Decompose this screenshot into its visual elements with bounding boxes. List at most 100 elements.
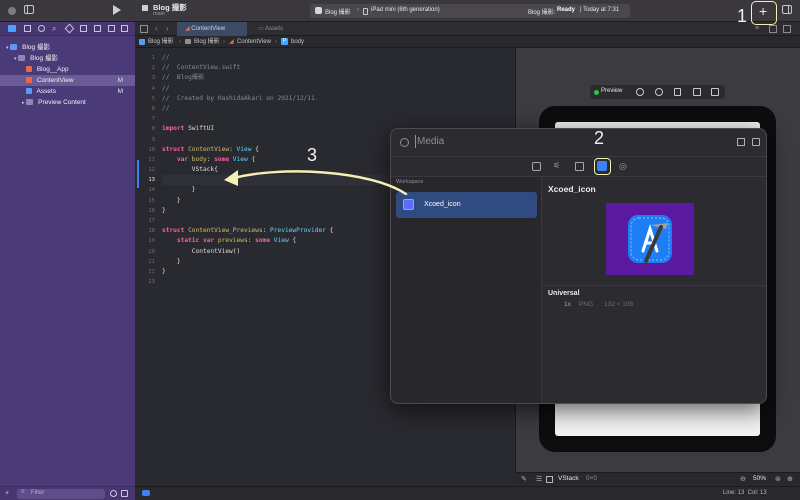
zoom-level[interactable]: 50% xyxy=(753,475,766,482)
run-button[interactable] xyxy=(113,5,121,15)
color-scheme-icon[interactable] xyxy=(655,88,663,96)
debug-area-toggle-icon[interactable] xyxy=(142,490,150,496)
disclosure-icon[interactable]: ▸ xyxy=(22,100,25,106)
live-preview-icon[interactable] xyxy=(636,88,644,96)
detail-title: Xcoed_icon xyxy=(548,184,596,194)
punctuation: { xyxy=(325,227,334,235)
drag-arrow xyxy=(224,170,408,195)
text-cursor xyxy=(415,135,416,148)
source-control-icon[interactable] xyxy=(24,25,31,32)
status-time: | Today at 7:31 xyxy=(580,7,620,13)
back-icon[interactable]: ‹ xyxy=(155,24,158,33)
breadcrumb-item[interactable]: Blog 撮影 xyxy=(148,36,174,48)
close-window-button[interactable] xyxy=(8,7,16,15)
split-editor-icon[interactable] xyxy=(769,25,777,33)
tab-assets[interactable]: ▭ Assets xyxy=(250,22,305,36)
cursor-position: Line: 13 Col: 13 xyxy=(723,490,767,496)
status-bar: Line: 13 Col: 13 xyxy=(135,486,800,500)
tree-item-contentview[interactable]: ContentView M xyxy=(0,75,135,86)
inspector-toggle-icon[interactable] xyxy=(782,5,792,14)
tree-item-group[interactable]: ▾ Blog 撮影 xyxy=(0,53,135,64)
code-line: // Created by HashidaAkari on 2021/12/11… xyxy=(162,94,319,102)
media-library-icon[interactable] xyxy=(597,161,607,171)
keyword: static xyxy=(162,237,200,245)
zoom-in-icon[interactable]: ⊕ xyxy=(787,475,793,483)
line-number: 17 xyxy=(148,218,155,224)
library-item-xcoed-icon[interactable]: Xcoed_icon xyxy=(396,192,537,218)
code-line: // xyxy=(162,104,170,112)
project-icon xyxy=(10,44,18,51)
adjust-editor-icon[interactable] xyxy=(783,25,791,33)
filter-input[interactable]: ≡ Filter xyxy=(17,489,105,499)
views-library-icon[interactable] xyxy=(532,162,541,171)
disclosure-icon[interactable]: ▾ xyxy=(6,45,9,51)
scale-label: 1x xyxy=(564,301,571,308)
keyword: struct xyxy=(162,227,185,235)
tree-item-assets[interactable]: Assets M xyxy=(0,86,135,97)
line-number: 18 xyxy=(148,228,155,235)
code-line: // xyxy=(162,54,170,61)
recent-files-icon[interactable] xyxy=(110,490,117,497)
add-icon[interactable]: + xyxy=(5,490,9,497)
library-search-input[interactable]: Media xyxy=(417,136,444,147)
identifier: body xyxy=(188,155,207,163)
asset-catalog-icon: ▭ xyxy=(258,26,266,32)
pin-icon[interactable]: ✎ xyxy=(521,475,527,483)
code-line: // xyxy=(162,84,170,92)
activity-view: Blog 撮影 › iPad mini (6th generation) Blo… xyxy=(310,4,630,18)
filter-icon: ≡ xyxy=(21,489,25,495)
test-navigator-icon[interactable] xyxy=(80,25,87,32)
variants-icon[interactable] xyxy=(693,88,701,96)
editor-tab-bar: ‹ › ◢ ContentView ▭ Assets ≡ xyxy=(135,22,800,36)
breakpoint-navigator-icon[interactable] xyxy=(108,25,115,32)
modifiers-library-icon[interactable]: ⚟ xyxy=(553,161,560,170)
device-settings-icon[interactable] xyxy=(674,88,681,96)
breadcrumb-item[interactable]: ContentView xyxy=(237,36,271,48)
debug-navigator-icon[interactable] xyxy=(94,25,101,32)
report-navigator-icon[interactable] xyxy=(121,25,128,32)
duplicate-preview-icon[interactable] xyxy=(711,88,719,96)
media-library-popover: Media ⚟ ◎ Workspace Xcoed_icon Xcoed_ico… xyxy=(390,128,767,404)
zoom-reset-icon[interactable]: ⊜ xyxy=(775,475,781,483)
zoom-out-icon[interactable]: ⊖ xyxy=(740,475,746,483)
swift-file-icon: ◢ xyxy=(229,39,234,45)
issue-navigator-icon[interactable] xyxy=(64,23,75,34)
line-number: 9 xyxy=(151,136,155,143)
source-control-filter-icon[interactable] xyxy=(121,490,128,497)
project-navigator-icon[interactable] xyxy=(8,25,16,32)
tree-item-label: Preview Content xyxy=(38,99,86,106)
detail-view-icon[interactable] xyxy=(752,138,760,146)
line-number: 22 xyxy=(148,268,155,275)
symbol-navigator-icon[interactable] xyxy=(38,25,45,32)
tab-contentview[interactable]: ◢ ContentView xyxy=(177,22,247,36)
selected-view-label[interactable]: VStack xyxy=(558,475,579,482)
sidebar-toggle-icon[interactable] xyxy=(24,5,34,14)
preview-label[interactable]: Preview xyxy=(601,88,622,94)
tab-label: ContentView xyxy=(191,26,226,32)
grid-icon[interactable] xyxy=(140,25,148,33)
stop-button[interactable] xyxy=(142,5,148,11)
tree-item-project[interactable]: ▾ Blog 撮影 xyxy=(0,42,135,53)
image-preview xyxy=(606,203,694,275)
library-detail: Xcoed_icon Universal 1x PNG 132 × 108 xyxy=(542,177,766,403)
breadcrumb-item[interactable]: body xyxy=(291,36,304,48)
media-tab-highlight xyxy=(594,158,611,175)
add-library-button[interactable]: + xyxy=(759,3,767,19)
grid-view-icon[interactable] xyxy=(737,138,745,146)
colors-library-icon[interactable]: ◎ xyxy=(619,161,627,172)
jump-bar: Blog 撮影 › Blog 撮影 › ◢ ContentView › P bo… xyxy=(135,36,800,48)
tree-item-preview-content[interactable]: ▸ Preview Content xyxy=(0,97,135,108)
scheme-selector[interactable]: Blog 撮影 xyxy=(325,7,351,16)
keyword: var xyxy=(162,155,189,163)
tree-item-app[interactable]: Blog__App xyxy=(0,64,135,75)
breadcrumb-item[interactable]: Blog 撮影 xyxy=(194,36,220,48)
related-items-icon[interactable]: ≡ xyxy=(755,25,759,32)
filter-icon[interactable] xyxy=(400,138,409,147)
device-selector[interactable]: iPad mini (6th generation) xyxy=(371,7,440,13)
snippets-library-icon[interactable] xyxy=(575,162,584,171)
forward-icon[interactable]: › xyxy=(166,24,169,33)
disclosure-icon[interactable]: ▾ xyxy=(14,56,17,62)
find-navigator-icon[interactable]: ⌕ xyxy=(52,24,56,34)
line-number: 23 xyxy=(148,279,155,286)
